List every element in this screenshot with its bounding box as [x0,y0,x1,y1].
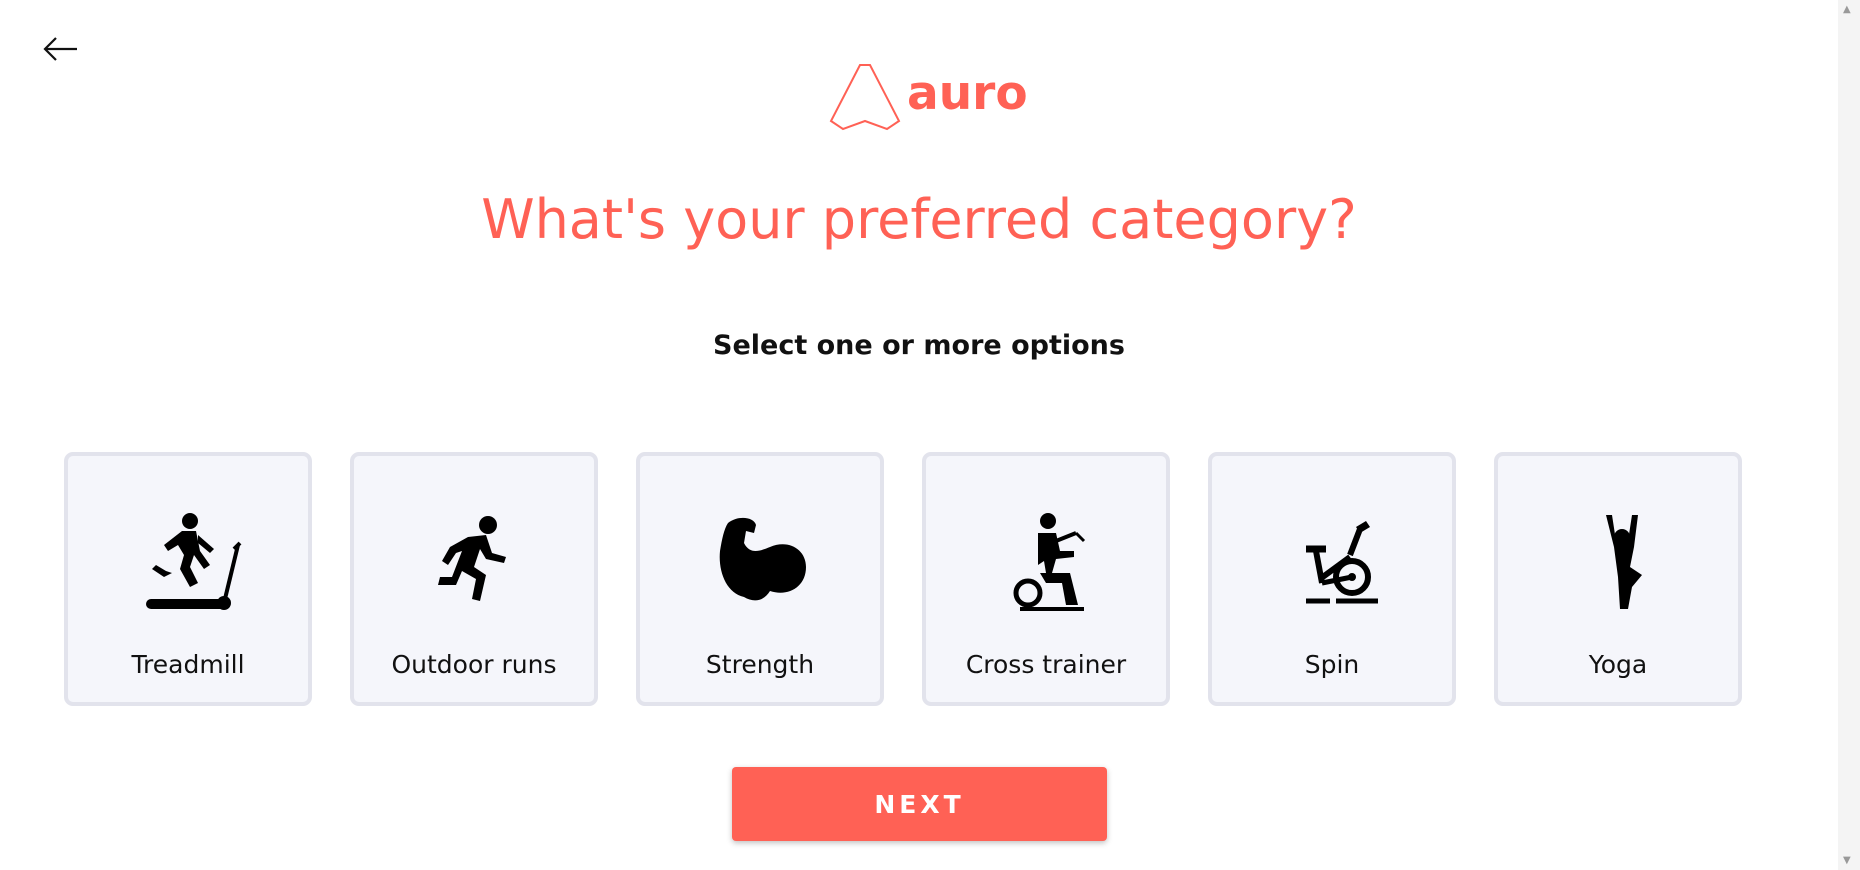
arrow-left-icon [43,37,77,61]
next-button[interactable]: NEXT [732,767,1107,841]
category-card-yoga[interactable]: Yoga [1494,452,1742,706]
auro-logo: auro [829,60,1028,132]
spin-bike-icon [1306,521,1378,604]
scroll-down-icon[interactable]: ▼ [1843,855,1851,866]
treadmill-icon [146,513,242,610]
running-icon [438,516,506,601]
category-card-strength[interactable]: Strength [636,452,884,706]
page-subtitle: Select one or more options [713,330,1125,361]
auro-triangle-logo [829,64,901,131]
category-card-cross-trainer[interactable]: Cross trainer [922,452,1170,706]
cross-trainer-icon [1013,513,1086,611]
category-label: Strength [705,650,815,679]
category-label: Outdoor runs [391,650,557,679]
back-button[interactable] [40,30,84,70]
category-label: Cross trainer [965,650,1127,679]
yoga-icon [1606,515,1642,609]
bicep-icon [719,517,806,601]
page-title: What's your preferred category? [481,188,1357,251]
category-options: Treadmill Outdoor runs Strength Cross tr… [64,452,1742,706]
category-card-treadmill[interactable]: Treadmill [64,452,312,706]
category-card-outdoor-runs[interactable]: Outdoor runs [350,452,598,706]
category-label: Spin [1304,650,1360,679]
category-card-spin[interactable]: Spin [1208,452,1456,706]
scroll-up-icon[interactable]: ▲ [1843,4,1851,15]
vertical-scrollbar[interactable]: ▲ ▼ [1838,0,1860,870]
category-label: Treadmill [131,650,245,679]
category-label: Yoga [1588,650,1648,679]
logo-text: auro [907,65,1028,121]
